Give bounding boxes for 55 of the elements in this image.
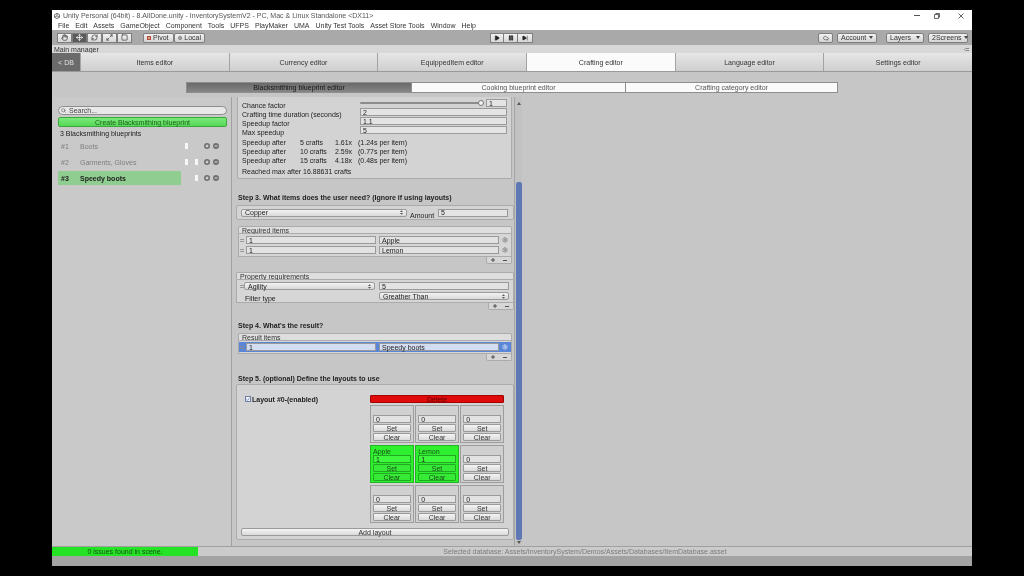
rect-tool-icon xyxy=(121,34,128,41)
remove-circle-icon[interactable] xyxy=(213,175,219,181)
slider-track[interactable] xyxy=(360,99,484,107)
restore-icon[interactable] xyxy=(934,12,940,19)
play-button[interactable] xyxy=(490,32,504,43)
caret-icon xyxy=(368,283,371,289)
caret-icon xyxy=(400,210,403,215)
cloud-button[interactable] xyxy=(818,32,833,43)
play-icon xyxy=(494,34,500,41)
globe-icon xyxy=(178,34,183,41)
search-icon xyxy=(61,108,66,113)
tool-button[interactable] xyxy=(87,32,102,43)
add-circle-icon[interactable] xyxy=(204,159,210,165)
drag-handle-icon[interactable] xyxy=(240,284,244,288)
app-logo-icon xyxy=(54,12,60,19)
add-circle-icon[interactable] xyxy=(204,175,210,181)
plus-icon[interactable] xyxy=(491,258,495,262)
caret-icon xyxy=(869,36,873,39)
settings-icon[interactable] xyxy=(502,237,508,243)
drag-handle-icon[interactable] xyxy=(240,248,244,252)
tool-button[interactable] xyxy=(57,32,72,43)
scrollbar-thumb[interactable] xyxy=(515,182,522,540)
remove-circle-icon[interactable] xyxy=(213,159,219,165)
remove-circle-icon[interactable] xyxy=(213,143,219,149)
step-icon xyxy=(522,34,528,41)
tool-button[interactable] xyxy=(72,32,87,43)
hand-icon xyxy=(61,34,68,41)
scroll-up-icon[interactable] xyxy=(516,102,521,105)
minus-icon[interactable] xyxy=(505,305,509,307)
move-icon xyxy=(76,34,83,41)
plus-icon[interactable] xyxy=(491,355,495,359)
pause-icon xyxy=(507,34,514,41)
slider-thumb[interactable] xyxy=(478,100,484,106)
close-icon[interactable] xyxy=(958,12,964,19)
checkmark-icon xyxy=(246,396,250,402)
caret-icon xyxy=(916,36,920,39)
add-circle-icon[interactable] xyxy=(204,143,210,149)
plus-icon[interactable] xyxy=(493,304,497,308)
panel-menu-icon[interactable] xyxy=(964,47,969,51)
checkbox[interactable] xyxy=(245,396,251,402)
step-button[interactable] xyxy=(518,32,533,43)
pause-button[interactable] xyxy=(504,32,518,43)
pivot-icon xyxy=(147,35,151,40)
tool-button[interactable] xyxy=(102,32,117,43)
settings-icon[interactable] xyxy=(502,247,508,253)
drag-handle-icon[interactable] xyxy=(240,345,244,349)
minus-icon[interactable] xyxy=(503,259,507,261)
minus-icon[interactable] xyxy=(503,356,507,358)
cloud-icon xyxy=(822,34,829,41)
tool-button[interactable] xyxy=(117,32,132,43)
caret-icon xyxy=(502,293,505,299)
rotate-icon xyxy=(91,34,98,41)
scale-icon xyxy=(106,34,113,41)
drag-handle-icon[interactable] xyxy=(240,238,244,242)
caret-icon xyxy=(963,36,968,39)
